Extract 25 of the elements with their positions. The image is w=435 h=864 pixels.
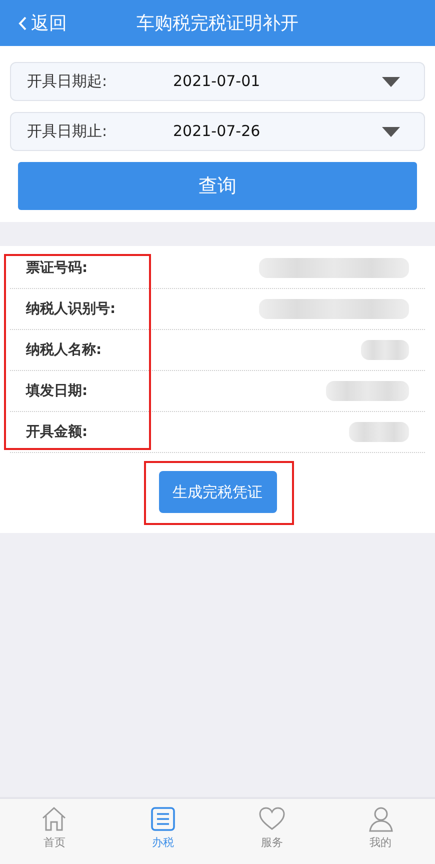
- user-icon: [366, 805, 395, 833]
- back-button[interactable]: 返回: [0, 10, 67, 36]
- date-value: 2021-07-26: [173, 121, 262, 142]
- date-select[interactable]: 开具日期起: 2021-07-01: [10, 62, 425, 101]
- dropdown-arrow-icon: [382, 76, 400, 86]
- detail-label: 票证号码:: [26, 258, 88, 278]
- list-icon: [149, 805, 178, 833]
- page-title: 车购税完税证明补开: [136, 12, 298, 34]
- dropdown-arrow-icon: [382, 126, 400, 136]
- detail-label: 填发日期:: [26, 382, 88, 400]
- date-select[interactable]: 开具日期止: 2021-07-26: [10, 112, 425, 151]
- detail-label: 纳税人名称:: [26, 340, 102, 360]
- tab-bar-item[interactable]: 首页: [0, 799, 109, 864]
- tab-bar-item[interactable]: 办税: [108, 799, 218, 864]
- field-label: 开具日期止:: [27, 121, 108, 142]
- date-value: 2021-07-01: [173, 71, 262, 92]
- generate-button[interactable]: 生成完税凭证: [158, 471, 276, 513]
- query-button[interactable]: 查询: [18, 162, 417, 210]
- home-icon: [40, 805, 68, 833]
- detail-label: 纳税人识别号:: [26, 300, 116, 318]
- chevron-left-icon: [18, 16, 27, 30]
- tab-bar-item[interactable]: 我的: [326, 799, 435, 864]
- detail-label: 开具金额:: [26, 422, 88, 442]
- field-label: 开具日期起:: [27, 71, 108, 92]
- tab-bar-item[interactable]: 服务: [218, 799, 326, 864]
